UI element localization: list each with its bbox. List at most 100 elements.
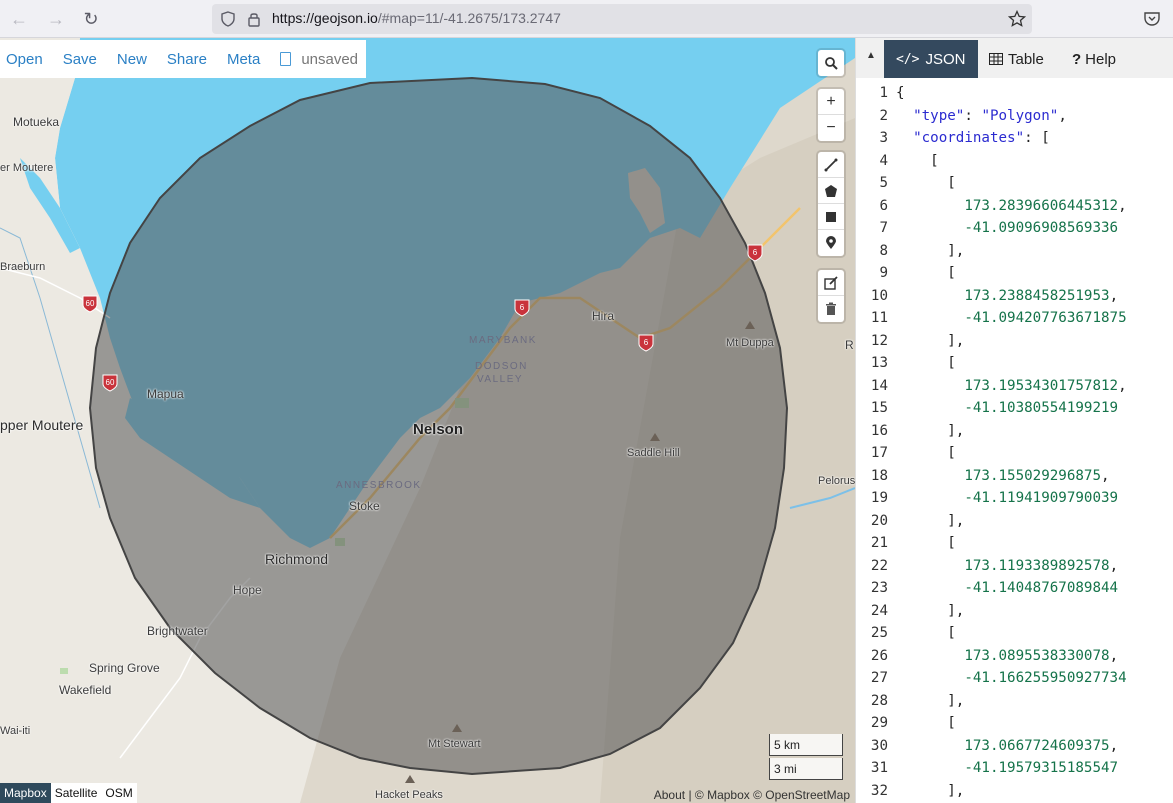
code-line[interactable]: 21 [ [856,532,1173,555]
draw-polygon-button[interactable] [818,178,844,204]
code-line[interactable]: 30 173.0667724609375, [856,735,1173,758]
code-line[interactable]: 2 "type": "Polygon", [856,105,1173,128]
line-number: 4 [879,152,888,169]
code-line[interactable]: 23 -41.14048767089844 [856,577,1173,600]
tab-help[interactable]: ? Help [1060,40,1128,78]
new-button[interactable]: New [117,51,147,68]
tab-table[interactable]: Table [977,40,1056,78]
tab-json[interactable]: </> JSON [884,40,978,78]
line-number: 20 [870,512,888,529]
draw-rectangle-button[interactable] [818,204,844,230]
zoom-control: + − [818,89,844,141]
code-text: ], [896,602,965,619]
forward-arrow-icon[interactable]: → [45,8,67,30]
code-line[interactable]: 20 ], [856,510,1173,533]
draw-line-button[interactable] [818,152,844,178]
line-number: 27 [870,670,888,686]
unsaved-status[interactable]: unsaved [280,51,358,68]
line-number: 21 [870,535,888,551]
code-line[interactable]: 8 ], [856,240,1173,263]
draw-marker-button[interactable] [818,230,844,256]
code-line[interactable]: 25 [ [856,622,1173,645]
code-icon: </> [896,51,920,67]
reload-icon[interactable]: ↻ [80,8,102,30]
map-canvas[interactable]: Motueka er Moutere Braeburn Mapua pper M… [0,38,855,803]
code-line[interactable]: 9 [ [856,262,1173,285]
basemap-mapbox[interactable]: Mapbox [0,783,51,803]
code-line[interactable]: 12 ], [856,330,1173,353]
code-line[interactable]: 1{ [856,82,1173,105]
svg-text:60: 60 [106,378,115,387]
code-line[interactable]: 17 [ [856,442,1173,465]
code-line[interactable]: 27 -41.166255950927734 [856,667,1173,690]
line-number: 14 [870,377,888,394]
code-line[interactable]: 16 ], [856,420,1173,443]
code-line[interactable]: 19 -41.11941909790039 [856,487,1173,510]
bookmark-star-icon[interactable] [1008,10,1026,28]
code-line[interactable]: 18 173.155029296875, [856,465,1173,488]
code-line[interactable]: 13 [ [856,352,1173,375]
trash-icon [826,302,836,315]
road-shield-icon: 60 [102,374,118,392]
code-line[interactable]: 10 173.2388458251953, [856,285,1173,308]
share-button[interactable]: Share [167,51,207,68]
code-line[interactable]: 15 -41.10380554199219 [856,397,1173,420]
code-line[interactable]: 31 -41.19579315185547 [856,757,1173,780]
code-text: { [896,85,905,101]
line-number: 3 [879,130,888,146]
question-icon: ? [1072,50,1082,68]
search-icon [825,57,838,70]
pocket-icon[interactable] [1143,10,1161,28]
url-text[interactable]: https://geojson.io/#map=11/-41.2675/173.… [272,10,561,26]
code-line[interactable]: 28 ], [856,690,1173,713]
code-line[interactable]: 6 173.28396606445312, [856,195,1173,218]
json-editor[interactable]: 1{2 "type": "Polygon", 3 "coordinates": [… [856,78,1173,803]
basemap-switcher: Mapbox Satellite OSM [0,783,137,803]
line-number: 26 [870,647,888,664]
code-line[interactable]: 32 ], [856,780,1173,803]
code-line[interactable]: 26 173.0895538330078, [856,645,1173,668]
basemap-satellite[interactable]: Satellite [50,783,102,803]
shield-icon[interactable] [220,11,236,27]
code-line[interactable]: 7 -41.09096908569336 [856,217,1173,240]
side-panel: ▲ </> JSON Table ? Help 1{2 "type": "Pol… [855,38,1173,803]
code-line[interactable]: 29 [ [856,712,1173,735]
open-button[interactable]: Open [6,51,43,68]
code-line[interactable]: 22 173.1193389892578, [856,555,1173,578]
search-button[interactable] [818,50,844,76]
code-line[interactable]: 4 [ [856,150,1173,173]
place-label: MARYBANK [469,335,537,346]
code-line[interactable]: 24 ], [856,600,1173,623]
place-label: Mt Duppa [726,337,774,349]
delete-button[interactable] [818,296,844,322]
meta-button[interactable]: Meta [227,51,260,68]
svg-text:6: 6 [753,248,758,257]
code-line[interactable]: 3 "coordinates": [ [856,127,1173,150]
save-button[interactable]: Save [63,51,97,68]
map-attribution[interactable]: About | © Mapbox © OpenStreetMap [654,788,850,802]
place-label: Braeburn [0,261,46,273]
zoom-in-button[interactable]: + [818,89,844,115]
place-label: Stoke [349,499,380,513]
edit-button[interactable] [818,270,844,296]
basemap-osm[interactable]: OSM [101,783,137,803]
tab-help-label: Help [1085,50,1117,68]
code-text: [ [896,535,956,551]
code-text: 173.0895538330078, [964,647,1119,664]
panel-tabs: ▲ </> JSON Table ? Help [856,38,1173,78]
code-text: ], [896,422,965,439]
code-line[interactable]: 14 173.19534301757812, [856,375,1173,398]
code-text: [ [896,265,956,281]
marker-icon [826,236,836,249]
code-line[interactable]: 11 -41.094207763671875 [856,307,1173,330]
scale-mi: 3 mi [769,758,843,780]
code-line[interactable]: 5 [ [856,172,1173,195]
unsaved-label: unsaved [301,50,359,68]
lock-icon[interactable] [247,11,261,27]
line-number: 18 [870,467,888,484]
collapse-icon[interactable]: ▲ [866,50,876,61]
url-bar[interactable]: https://geojson.io/#map=11/-41.2675/173.… [212,4,1032,34]
zoom-out-button[interactable]: − [818,115,844,141]
back-arrow-icon[interactable]: ← [8,8,30,30]
line-number: 9 [879,265,888,281]
